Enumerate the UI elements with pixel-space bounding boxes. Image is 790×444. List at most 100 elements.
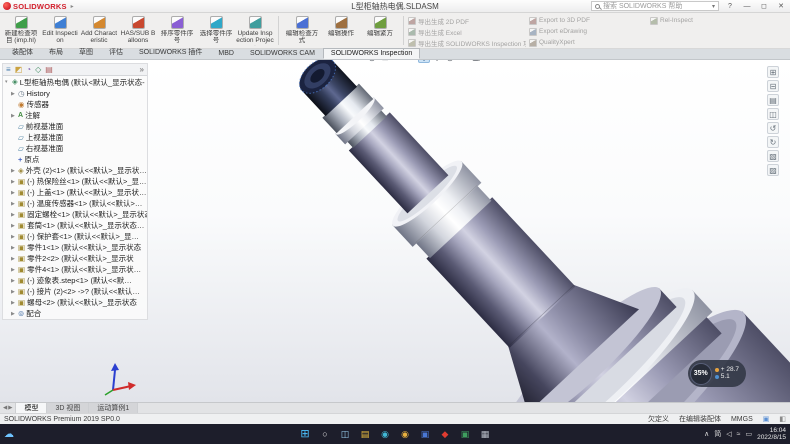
apply-scene-icon[interactable]: ▦ [470, 60, 482, 63]
taskbar-clock[interactable]: 16:04 2022/8/15 [757, 427, 786, 441]
ribbon-button[interactable]: Edit Inspection [41, 14, 79, 47]
app-gray-icon[interactable]: ▦ [478, 427, 493, 442]
edit-appearance-icon[interactable]: ● [457, 60, 469, 63]
tree-item[interactable]: + 原点 [3, 154, 147, 165]
panel-tool-8-icon[interactable]: ▨ [767, 164, 779, 176]
expand-arrow-icon[interactable]: ▶ [11, 168, 16, 174]
tab-scroll-right-icon[interactable]: ▶ [8, 405, 12, 411]
commandmanager-tab[interactable]: SOLIDWORKS 插件 [131, 45, 210, 59]
commandmanager-tab[interactable]: 布局 [41, 45, 71, 59]
ribbon-button[interactable]: 新建检查项目 (imp.hl) [2, 14, 40, 47]
tree-item[interactable]: ▶ ◈ 外壳 (2)<1> (默认<<默认>_显示状… [3, 165, 147, 176]
search-icon[interactable]: ○ [318, 427, 333, 442]
tree-item[interactable]: ▶ ▣ (-) 温度传感器<1> (默认<<默认>… [3, 198, 147, 209]
menu-expand-arrow-icon[interactable]: ▸ [71, 3, 74, 10]
tree-item[interactable]: ◉ 传感器 [3, 99, 147, 110]
close-button[interactable]: ✕ [775, 2, 787, 10]
expand-arrow-icon[interactable]: ▶ [11, 113, 16, 119]
word-icon[interactable]: ▣ [418, 427, 433, 442]
hide-show-items-icon[interactable]: ◉ [444, 60, 456, 63]
tree-item[interactable]: ▶ ▣ 螺母<2> (默认<<默认>_显示状态 [3, 297, 147, 308]
expand-arrow-icon[interactable]: ▶ [11, 289, 16, 295]
ribbon-button[interactable]: Update Inspection Project [236, 14, 274, 47]
ribbon-button[interactable]: 编辑检查方式 [283, 14, 321, 47]
expand-arrow-icon[interactable]: ▾ [5, 79, 10, 85]
model-tab[interactable]: 3D 视图 [47, 403, 89, 413]
expand-arrow-icon[interactable]: ▶ [11, 278, 16, 284]
panel-tool-3-icon[interactable]: ▤ [767, 94, 779, 106]
ribbon-button[interactable]: 编辑紧方 [361, 14, 399, 47]
commandmanager-tab[interactable]: SOLIDWORKS CAM [242, 48, 323, 59]
start-icon[interactable]: ⊞ [298, 427, 313, 442]
commandmanager-tab[interactable]: 装配体 [4, 45, 41, 59]
commandmanager-tab[interactable]: 草图 [71, 45, 101, 59]
volume-icon[interactable]: ◁ [726, 430, 731, 438]
expand-arrow-icon[interactable]: ▶ [11, 267, 16, 273]
tray-overflow-chevron-icon[interactable]: ∧ [704, 430, 709, 438]
zoom-fit-icon[interactable]: ◎ [366, 60, 378, 63]
panel-tool-5-icon[interactable]: ↺ [767, 122, 779, 134]
commandmanager-tab[interactable]: 评估 [101, 45, 131, 59]
tree-item[interactable]: ▶ ▣ 零件2<2> (默认<<默认>_显示状 [3, 253, 147, 264]
panel-tool-2-icon[interactable]: ⊟ [767, 80, 779, 92]
expand-arrow-icon[interactable]: ▶ [11, 190, 16, 196]
panel-tool-1-icon[interactable]: ⊞ [767, 66, 779, 78]
network-icon[interactable]: ≈ [737, 431, 741, 438]
input-language-indicator[interactable]: 简 [714, 429, 721, 439]
selection-filter-icon[interactable]: ▣ [763, 415, 770, 423]
tab-scroll-left-icon[interactable]: ◀ [3, 405, 7, 411]
ribbon-button[interactable]: Add Characteristic [80, 14, 118, 47]
section-view-icon[interactable]: ◑ [405, 60, 417, 63]
tree-root-item[interactable]: ▾ ◈ L型柜轴热电偶 (默认<默认_显示状态-1) [3, 76, 147, 88]
expand-arrow-icon[interactable]: ▶ [11, 91, 16, 97]
expand-arrow-icon[interactable]: ▶ [11, 179, 16, 185]
previous-view-icon[interactable]: ↺ [392, 60, 404, 63]
propertymanager-tab-icon[interactable]: ◩ [15, 66, 23, 74]
commandmanager-tab[interactable]: SOLIDWORKS Inspection [323, 48, 420, 59]
tree-item[interactable]: ▱ 上视基准面 [3, 132, 147, 143]
expand-tabs-icon[interactable]: » [140, 66, 144, 74]
units-indicator[interactable]: MMGS [731, 416, 753, 423]
expand-arrow-icon[interactable]: ▶ [11, 212, 16, 218]
expand-arrow-icon[interactable]: ▶ [11, 234, 16, 240]
display-style-icon[interactable]: ◇ [431, 60, 443, 63]
graphics-viewport[interactable]: ◎⊡↺◑◈◇◉●▦▾ ⊞⊟▤◫↺↻▧▨ ≡◩◔◇▤» ▾ ◈ L型柜轴热电偶 (… [0, 60, 790, 402]
solidworks-logo[interactable]: SOLIDWORKS ▸ [3, 2, 74, 11]
dimxpert-tab-icon[interactable]: ◇ [35, 66, 41, 74]
featuremanager-tab-icon[interactable]: ≡ [6, 66, 11, 74]
tree-item[interactable]: ▶ ◷ History [3, 88, 147, 99]
widgets-button[interactable]: ☁ [4, 429, 14, 440]
tree-item[interactable]: ▶ ▣ (-) 热保险丝<1> (默认<<默认>_显… [3, 176, 147, 187]
solidworks-icon[interactable]: ◆ [438, 427, 453, 442]
expand-arrow-icon[interactable]: ▶ [11, 223, 16, 229]
expand-arrow-icon[interactable]: ▶ [11, 245, 16, 251]
tab-scroll-buttons[interactable]: ◀ ▶ [0, 403, 16, 413]
expand-arrow-icon[interactable]: ▶ [11, 300, 16, 306]
ribbon-button[interactable]: 排序零件序号 [158, 14, 196, 47]
tree-item[interactable]: ▶ A 注解 [3, 110, 147, 121]
model-tab[interactable]: 模型 [16, 403, 47, 413]
tree-item[interactable]: ▶ ▣ 零件1<1> (默认<<默认>_显示状态 [3, 242, 147, 253]
browser-icon[interactable]: ◉ [398, 427, 413, 442]
ribbon-button[interactable]: 选择零件序号 [197, 14, 235, 47]
tree-item[interactable]: ▶ ▣ (-) 迹象表.step<1> (默认<<默… [3, 275, 147, 286]
view-orientation-icon[interactable]: ◈ [418, 60, 430, 63]
tree-item[interactable]: ▱ 前视基准面 [3, 121, 147, 132]
configurationmanager-tab-icon[interactable]: ◔ [26, 66, 31, 74]
tree-item[interactable]: ▱ 右视基准面 [3, 143, 147, 154]
tree-item[interactable]: ▶ ⊚ 配合 [3, 308, 147, 319]
tree-item[interactable]: ▶ ▣ 套筒<1> (默认<<默认>_显示状态… [3, 220, 147, 231]
edge-icon[interactable]: ◉ [378, 427, 393, 442]
model-tab[interactable]: 运动算例1 [89, 403, 138, 413]
view-settings-icon[interactable]: ▾ [483, 60, 495, 63]
panel-tool-7-icon[interactable]: ▧ [767, 150, 779, 162]
ribbon-button[interactable]: 编辑操作 [322, 14, 360, 47]
expand-arrow-icon[interactable]: ▶ [11, 201, 16, 207]
expand-arrow-icon[interactable]: ▶ [11, 311, 16, 317]
panel-tool-4-icon[interactable]: ◫ [767, 108, 779, 120]
tree-item[interactable]: ▶ ▣ (-) 保护套<1> (默认<<默认>_显… [3, 231, 147, 242]
tree-item[interactable]: ▶ ▣ 零件4<1> (默认<<默认>_显示状… [3, 264, 147, 275]
zoom-area-icon[interactable]: ⊡ [379, 60, 391, 63]
excel-icon[interactable]: ▣ [458, 427, 473, 442]
task-view-icon[interactable]: ◫ [338, 427, 353, 442]
